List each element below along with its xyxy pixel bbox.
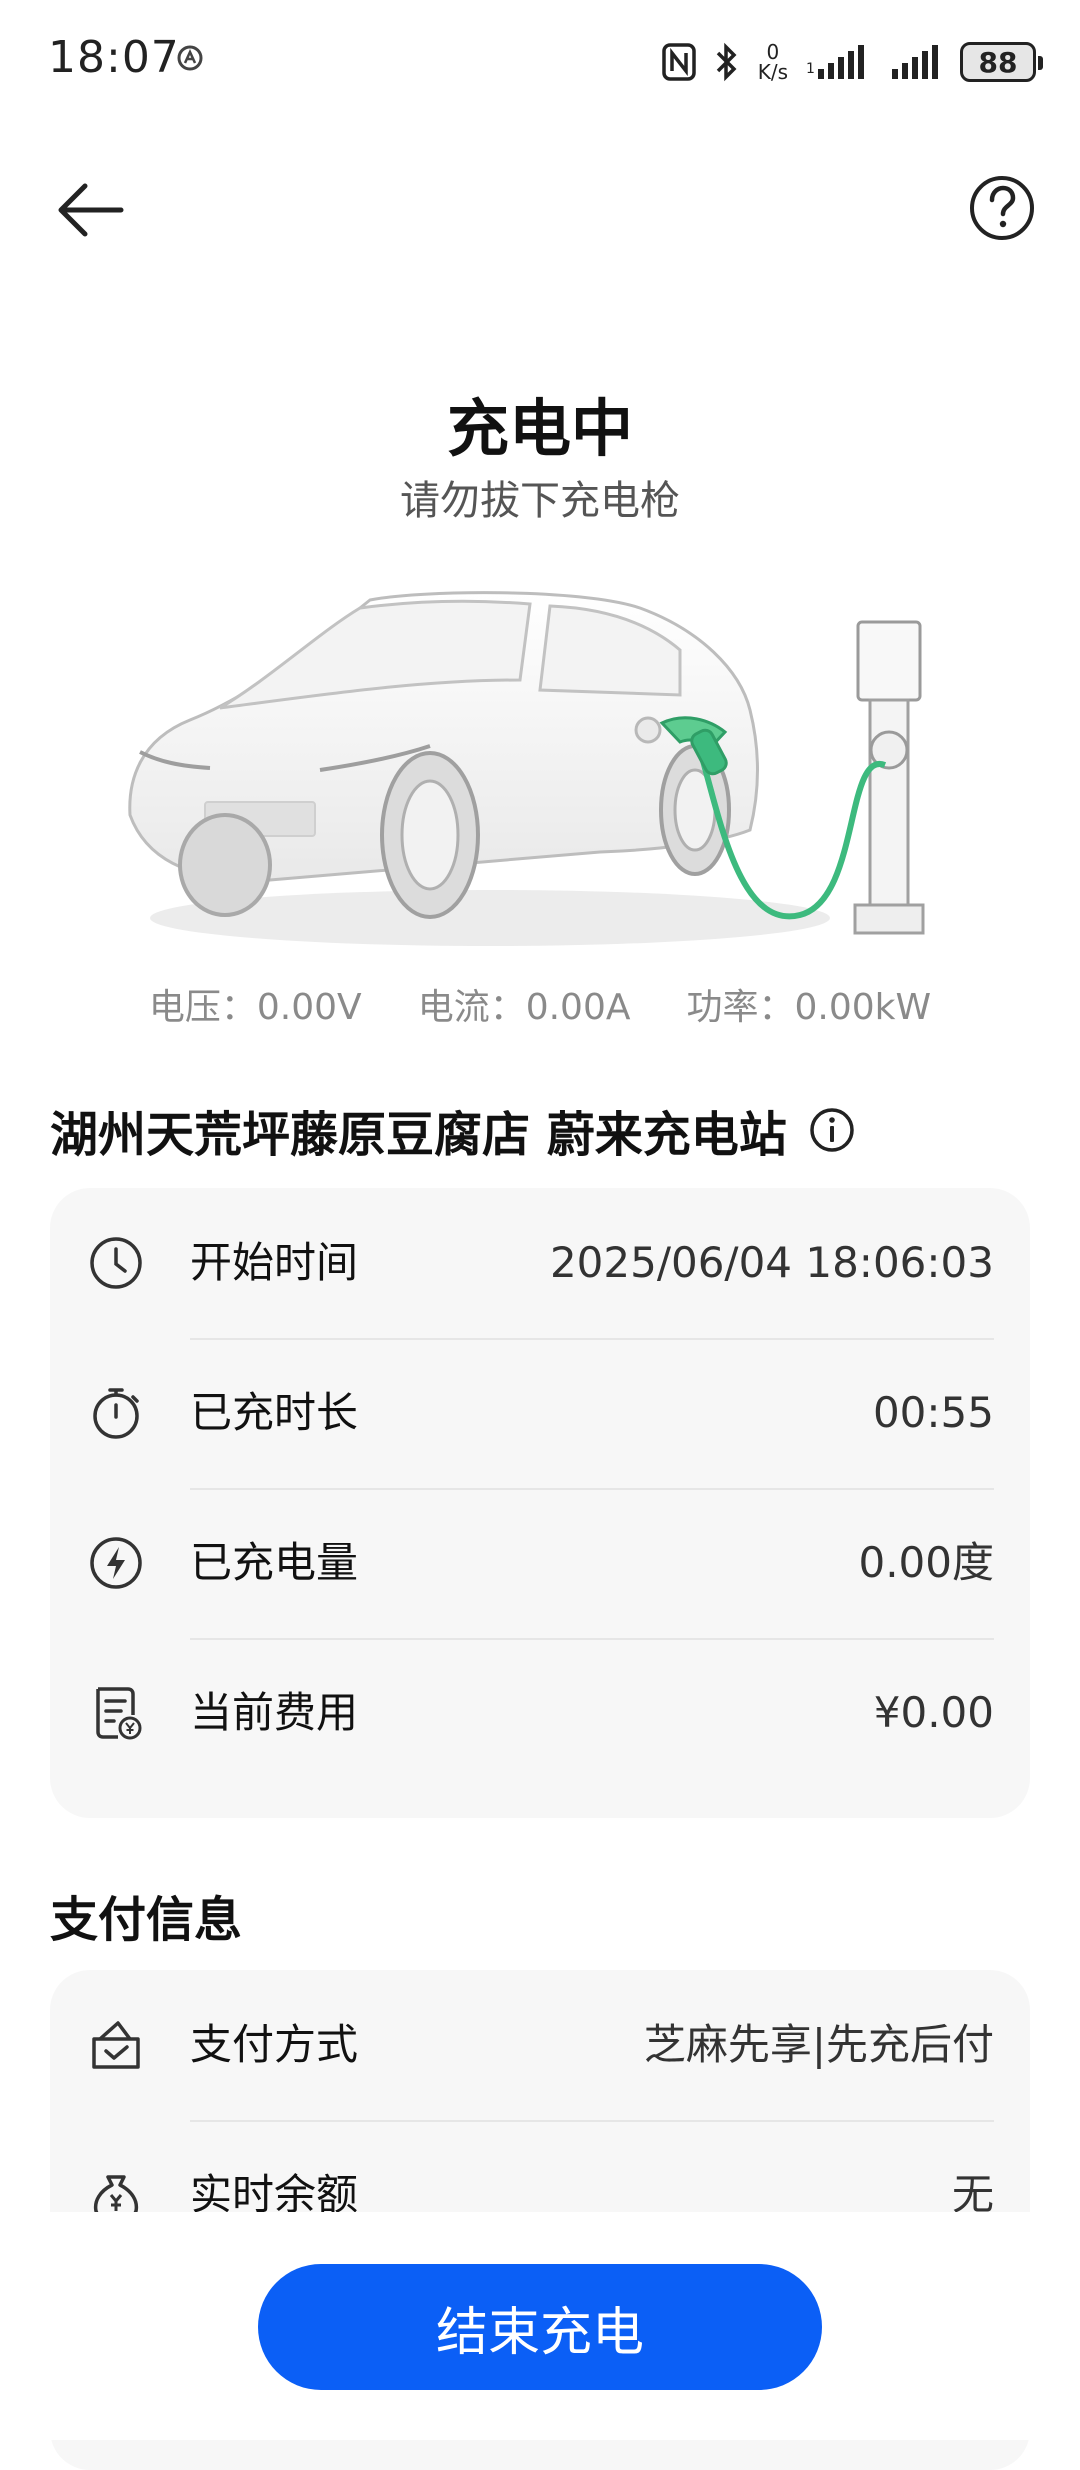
app-notification-icon — [177, 45, 203, 71]
car-charging-illustration — [128, 591, 925, 946]
signal-icon — [892, 45, 938, 79]
info-icon[interactable] — [809, 1107, 855, 1153]
help-icon — [970, 176, 1034, 240]
station-header[interactable]: 湖州天荒坪藤原豆腐店 蔚来充电站 — [50, 1095, 855, 1165]
end-charging-button[interactable]: 结束充电 — [258, 2264, 822, 2390]
help-button[interactable] — [966, 172, 1038, 244]
detail-value: 2025/06/04 18:06:03 — [549, 1238, 994, 1287]
status-icons: 0 K/s 1 88 — [661, 36, 1043, 88]
detail-label: 已充时长 — [190, 1388, 359, 1437]
page-title: 充电中 — [446, 392, 633, 465]
svg-text:1: 1 — [806, 61, 815, 77]
charger-head — [856, 620, 922, 702]
nfc-icon — [661, 43, 696, 81]
detail-label: 当前费用 — [190, 1688, 359, 1737]
detail-row-start-time: 开始时间 2025/06/04 18:06:03 — [50, 1188, 1030, 1338]
charger-base — [853, 903, 925, 935]
detail-row-duration: 已充时长 00:55 — [50, 1338, 1030, 1488]
clock-icon — [90, 1237, 142, 1289]
charging-details-card: 开始时间 2025/06/04 18:06:03 已充时长 00:55 已充电量… — [50, 1188, 1030, 1818]
detail-row-energy: 已充电量 0.00度 — [50, 1488, 1030, 1638]
power-readout: 功率：0.00kW — [686, 987, 932, 1028]
car-wheel-rim — [400, 779, 460, 891]
car-wheel — [178, 813, 272, 917]
payment-label: 支付方式 — [190, 2020, 359, 2069]
receipt-icon — [96, 1687, 142, 1740]
charging-port — [634, 716, 662, 744]
wallet-check-icon — [92, 2021, 140, 2069]
back-arrow-icon — [58, 183, 124, 237]
page-subtitle: 请勿拔下充电枪 — [400, 478, 680, 524]
payment-row-method: 支付方式 芝麻先享|先充后付 — [50, 1970, 1030, 2120]
detail-label: 已充电量 — [190, 1538, 359, 1587]
current-readout: 电流：0.00A — [417, 987, 631, 1028]
status-bar: 18:07 0 K/s 1 88 — [0, 0, 1080, 120]
payment-value: 芝麻先享|先充后付 — [643, 2020, 994, 2069]
lightning-icon — [90, 1537, 142, 1589]
back-button[interactable] — [50, 170, 130, 250]
detail-value: 0.00度 — [858, 1538, 994, 1587]
payment-section-title: 支付信息 — [50, 1892, 243, 1948]
signal-icon: 1 — [806, 45, 864, 79]
detail-row-cost: 当前费用 ¥0.00 — [50, 1638, 1030, 1788]
net-speed: 0 K/s — [758, 42, 788, 82]
station-name: 湖州天荒坪藤原豆腐店 蔚来充电站 — [50, 1107, 787, 1163]
voltage-readout: 电压：0.00V — [148, 987, 362, 1028]
battery-icon: 88 — [960, 42, 1043, 82]
detail-value: 00:55 — [872, 1388, 994, 1437]
net-speed-unit: K/s — [757, 60, 788, 84]
stopwatch-icon — [93, 1388, 139, 1439]
status-time: 18:07 — [48, 32, 180, 83]
charging-metrics: 电压：0.00V 电流：0.00A 功率：0.00kW — [0, 978, 1080, 1030]
net-speed-value: 0 — [766, 40, 780, 64]
bluetooth-icon — [716, 42, 737, 82]
detail-value: ¥0.00 — [873, 1688, 994, 1737]
detail-label: 开始时间 — [190, 1238, 359, 1287]
